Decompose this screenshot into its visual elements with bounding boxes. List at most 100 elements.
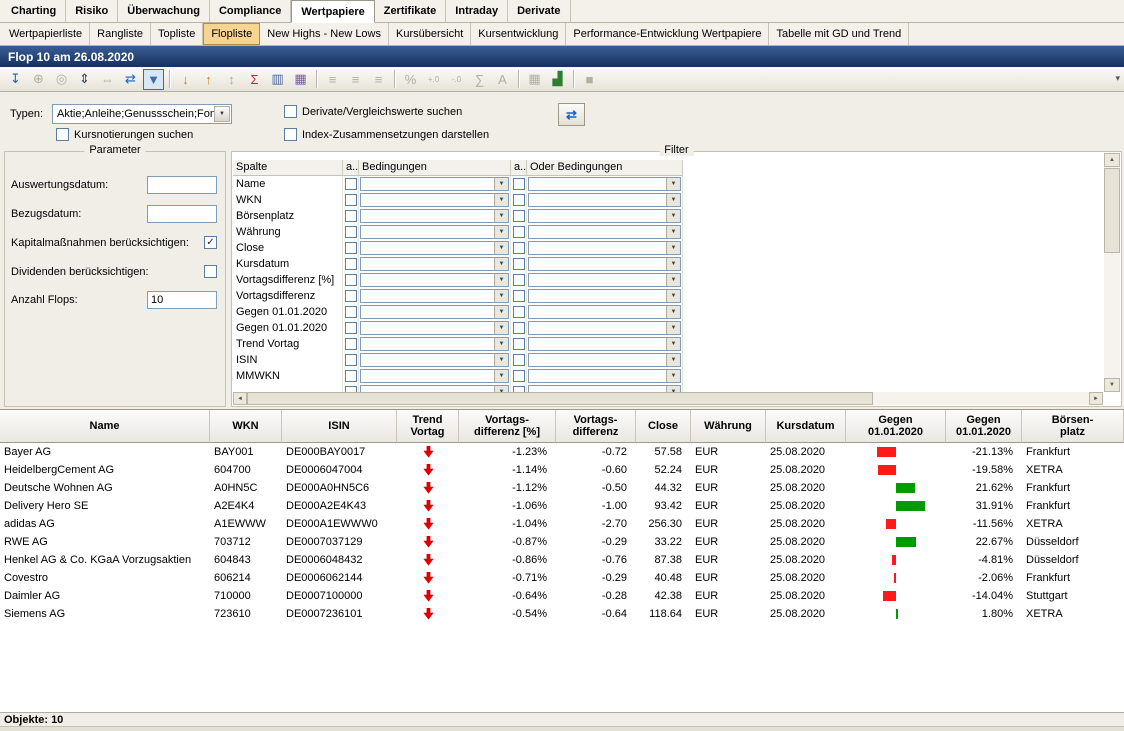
column-header-gegen-01-01-2020[interactable]: Gegen 01.01.2020 <box>946 410 1022 443</box>
derivate-checkbox[interactable] <box>284 105 297 118</box>
vertical-scrollbar-thumb[interactable] <box>1104 168 1120 253</box>
filter-checkbox[interactable] <box>345 274 357 286</box>
columns-icon[interactable]: ▥ <box>267 69 288 90</box>
condition-dropdown[interactable]: ▼ <box>360 193 509 207</box>
subtab-flopliste[interactable]: Flopliste <box>203 23 260 45</box>
column-header-isin[interactable]: ISIN <box>282 410 397 443</box>
column-header-kursdatum[interactable]: Kursdatum <box>766 410 846 443</box>
condition-dropdown[interactable]: ▼ <box>360 369 509 383</box>
subtab-performance-entwicklung-wertpapiere[interactable]: Performance-Entwicklung Wertpapiere <box>566 23 769 45</box>
filter-icon[interactable]: ▼ <box>143 69 164 90</box>
condition-dropdown[interactable]: ▼ <box>360 241 509 255</box>
condition-dropdown[interactable]: ▼ <box>360 321 509 335</box>
filter-or-checkbox[interactable] <box>513 338 525 350</box>
or-condition-dropdown[interactable]: ▼ <box>528 273 681 287</box>
filter-or-checkbox[interactable] <box>513 178 525 190</box>
condition-dropdown[interactable]: ▼ <box>360 177 509 191</box>
dropdown-arrow-icon[interactable]: ▼ <box>666 322 680 334</box>
menu-tab-wertpapiere[interactable]: Wertpapiere <box>291 0 374 23</box>
parameter-input[interactable] <box>147 176 217 194</box>
filter-checkbox[interactable] <box>345 226 357 238</box>
or-condition-dropdown[interactable]: ▼ <box>528 385 681 392</box>
or-condition-dropdown[interactable]: ▼ <box>528 305 681 319</box>
or-condition-dropdown[interactable]: ▼ <box>528 177 681 191</box>
derivate-checkbox-row[interactable]: Derivate/Vergleichswerte suchen <box>284 105 462 118</box>
dropdown-arrow-icon[interactable]: ▼ <box>494 306 508 318</box>
table-row[interactable]: Delivery Hero SEA2E4K4DE000A2E4K43-1.06%… <box>0 497 1124 515</box>
dropdown-arrow-icon[interactable]: ▼ <box>666 274 680 286</box>
column-header-währung[interactable]: Währung <box>691 410 766 443</box>
filter-vertical-scrollbar[interactable]: ▲ ▼ <box>1104 153 1120 392</box>
dropdown-arrow-icon[interactable]: ▼ <box>494 242 508 254</box>
filter-checkbox[interactable] <box>345 322 357 334</box>
menu-tab-risiko[interactable]: Risiko <box>66 0 118 22</box>
sort-descending-icon[interactable]: ↓ <box>175 69 196 90</box>
menu-tab-überwachung[interactable]: Überwachung <box>118 0 210 22</box>
column-header-gegen-01-01-2020[interactable]: Gegen 01.01.2020 <box>846 410 946 443</box>
or-condition-dropdown[interactable]: ▼ <box>528 193 681 207</box>
dropdown-arrow-icon[interactable]: ▼ <box>494 210 508 222</box>
filter-or-checkbox[interactable] <box>513 194 525 206</box>
condition-dropdown[interactable]: ▼ <box>360 209 509 223</box>
filter-horizontal-scrollbar[interactable]: ◄ ► <box>233 392 1103 405</box>
dropdown-arrow-icon[interactable]: ▼ <box>666 290 680 302</box>
parameter-input[interactable] <box>147 291 217 309</box>
subtotal-icon[interactable]: Σ <box>244 69 265 90</box>
horizontal-scrollbar-thumb[interactable] <box>247 392 873 405</box>
dropdown-arrow-icon[interactable]: ▼ <box>494 322 508 334</box>
table-row[interactable]: Daimler AG710000DE0007100000-0.64%-0.284… <box>0 587 1124 605</box>
parameter-input[interactable] <box>147 205 217 223</box>
table-row[interactable]: RWE AG703712DE0007037129-0.87%-0.2933.22… <box>0 533 1124 551</box>
filter-checkbox[interactable] <box>345 242 357 254</box>
filter-or-checkbox[interactable] <box>513 242 525 254</box>
condition-dropdown[interactable]: ▼ <box>360 305 509 319</box>
dropdown-arrow-icon[interactable]: ▼ <box>494 274 508 286</box>
fit-rows-icon[interactable]: ⇕ <box>74 69 95 90</box>
subtab-wertpapierliste[interactable]: Wertpapierliste <box>2 23 90 45</box>
condition-dropdown[interactable]: ▼ <box>360 273 509 287</box>
dropdown-arrow-icon[interactable]: ▼ <box>494 338 508 350</box>
dropdown-arrow-icon[interactable]: ▼ <box>494 178 508 190</box>
filter-checkbox[interactable] <box>345 258 357 270</box>
export-list-icon[interactable]: ↧ <box>5 69 26 90</box>
typen-select[interactable]: Aktie;Anleihe;Genussschein;Fonds;K ▼ <box>52 104 232 124</box>
condition-dropdown[interactable]: ▼ <box>360 337 509 351</box>
table-row[interactable]: Bayer AGBAY001DE000BAY0017-1.23%-0.7257.… <box>0 443 1124 461</box>
or-condition-dropdown[interactable]: ▼ <box>528 257 681 271</box>
column-header-vortags-differenz[interactable]: Vortags- differenz [%] <box>459 410 556 443</box>
or-condition-dropdown[interactable]: ▼ <box>528 337 681 351</box>
filter-or-checkbox[interactable] <box>513 354 525 366</box>
filter-checkbox[interactable] <box>345 210 357 222</box>
dropdown-arrow-icon[interactable]: ▼ <box>666 210 680 222</box>
filter-checkbox[interactable] <box>345 354 357 366</box>
column-header-name[interactable]: Name <box>0 410 210 443</box>
or-condition-dropdown[interactable]: ▼ <box>528 225 681 239</box>
parameter-checkbox[interactable]: ✓ <box>204 236 217 249</box>
condition-dropdown[interactable]: ▼ <box>360 225 509 239</box>
dropdown-arrow-icon[interactable]: ▼ <box>666 370 680 382</box>
dropdown-arrow-icon[interactable]: ▼ <box>666 194 680 206</box>
dropdown-arrow-icon[interactable]: ▼ <box>666 226 680 238</box>
subtab-rangliste[interactable]: Rangliste <box>90 23 151 45</box>
or-condition-dropdown[interactable]: ▼ <box>528 321 681 335</box>
dropdown-arrow-icon[interactable]: ▼ <box>214 106 230 122</box>
subtab-kursübersicht[interactable]: Kursübersicht <box>389 23 471 45</box>
subtab-topliste[interactable]: Topliste <box>151 23 203 45</box>
dropdown-arrow-icon[interactable]: ▼ <box>666 242 680 254</box>
dropdown-arrow-icon[interactable]: ▼ <box>666 306 680 318</box>
dropdown-arrow-icon[interactable]: ▼ <box>666 258 680 270</box>
filter-or-checkbox[interactable] <box>513 370 525 382</box>
filter-checkbox[interactable] <box>345 306 357 318</box>
subtab-tabelle-mit-gd-und-trend[interactable]: Tabelle mit GD und Trend <box>769 23 909 45</box>
scroll-right-button[interactable]: ► <box>1089 392 1103 405</box>
filter-checkbox[interactable] <box>345 290 357 302</box>
table-row[interactable]: adidas AGA1EWWWDE000A1EWWW0-1.04%-2.7025… <box>0 515 1124 533</box>
filter-checkbox[interactable] <box>345 370 357 382</box>
column-header-close[interactable]: Close <box>636 410 691 443</box>
menu-tab-derivate[interactable]: Derivate <box>508 0 570 22</box>
table-row[interactable]: Henkel AG & Co. KGaA Vorzugsaktien604843… <box>0 551 1124 569</box>
filter-checkbox[interactable] <box>345 338 357 350</box>
column-header-börsen-platz[interactable]: Börsen- platz <box>1022 410 1124 443</box>
dropdown-arrow-icon[interactable]: ▼ <box>494 354 508 366</box>
dropdown-arrow-icon[interactable]: ▼ <box>494 370 508 382</box>
